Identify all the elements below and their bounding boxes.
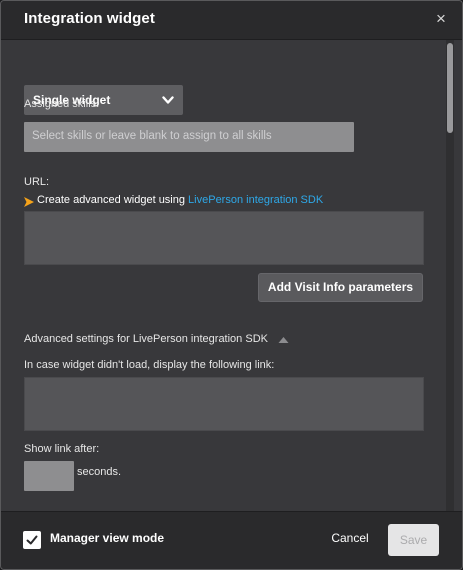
- assigned-skills-input[interactable]: Select skills or leave blank to assign t…: [24, 122, 354, 152]
- seconds-input[interactable]: [24, 461, 74, 491]
- chevron-down-icon: [162, 96, 174, 104]
- sdk-link[interactable]: LivePerson integration SDK: [188, 194, 323, 206]
- url-label: URL:: [24, 176, 50, 188]
- show-link-after-label: Show link after:: [24, 443, 100, 455]
- arrow-right-icon: [24, 197, 34, 207]
- dialog-title: Integration widget: [24, 10, 155, 27]
- add-visit-info-button[interactable]: Add Visit Info parameters: [258, 273, 423, 302]
- sdk-hint-prefix: Create advanced widget using: [37, 194, 189, 206]
- manager-view-label: Manager view mode: [50, 531, 165, 545]
- seconds-suffix: seconds.: [77, 466, 122, 478]
- assigned-skills-label: Assigned skills:: [24, 98, 100, 110]
- close-icon[interactable]: ×: [434, 9, 448, 29]
- save-button[interactable]: Save: [388, 524, 439, 556]
- fallback-link-textarea[interactable]: [24, 377, 424, 431]
- assigned-skills-placeholder: Select skills or leave blank to assign t…: [32, 130, 272, 142]
- dialog-body[interactable]: Single widget Assigned skills: Select sk…: [1, 40, 462, 511]
- fallback-link-label: In case widget didn't load, display the …: [24, 359, 275, 371]
- sdk-hint: Create advanced widget using LivePerson …: [37, 194, 323, 206]
- integration-widget-dialog: Integration widget × Single widget Assig…: [0, 0, 463, 570]
- caret-up-icon[interactable]: [278, 336, 289, 344]
- url-textarea[interactable]: [24, 211, 424, 265]
- dialog-footer: Manager view mode Cancel Save: [1, 511, 462, 569]
- advanced-settings-toggle[interactable]: Advanced settings for LivePerson integra…: [24, 333, 268, 345]
- dialog-header: Integration widget ×: [1, 1, 462, 40]
- scrollbar-thumb[interactable]: [447, 43, 453, 133]
- cancel-button[interactable]: Cancel: [323, 531, 377, 545]
- checkmark-icon: [26, 535, 38, 545]
- manager-view-checkbox[interactable]: [23, 531, 41, 549]
